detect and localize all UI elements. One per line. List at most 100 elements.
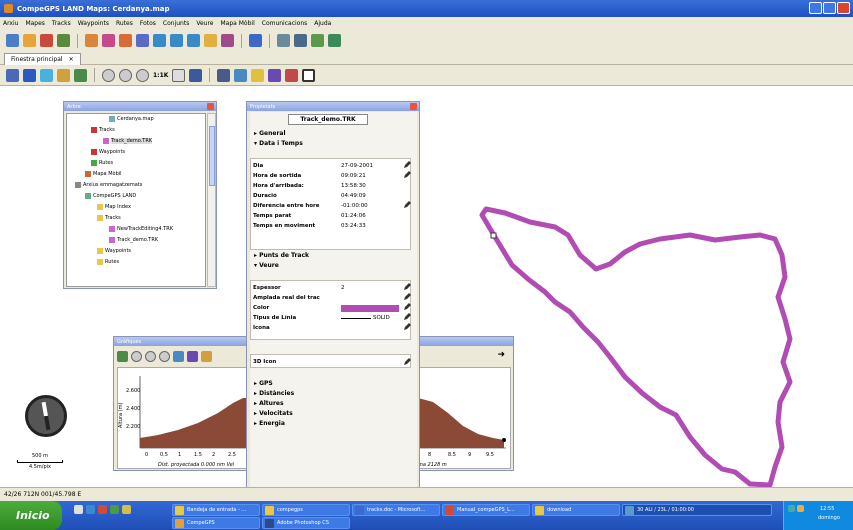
close-button[interactable] — [837, 2, 850, 14]
tree-item-waypoints-folder[interactable]: Waypoints — [97, 248, 131, 254]
globe-icon[interactable] — [40, 68, 53, 82]
split-track-icon[interactable] — [119, 34, 132, 47]
task-photoshop[interactable]: Adobe Photoshop CS — [262, 517, 350, 529]
pin-icon[interactable] — [57, 68, 70, 82]
tree-item-tracks-folder[interactable]: Tracks — [97, 215, 121, 221]
settings-icon[interactable] — [221, 34, 234, 47]
row-color[interactable]: Color — [253, 303, 403, 313]
section-punts-track[interactable]: ▸ Punts de Track — [254, 252, 309, 259]
compass-icon[interactable] — [25, 395, 67, 437]
task-tray-task[interactable]: 30 ALI / 23L / 01:00:00 — [622, 504, 772, 516]
layers-close-icon[interactable] — [207, 103, 214, 110]
menu-ajuda[interactable]: Ajuda — [314, 20, 331, 27]
quicklaunch-icon[interactable] — [98, 505, 107, 514]
section-energia[interactable]: ▸ Energia — [254, 420, 285, 427]
menu-rutes[interactable]: Rutes — [116, 20, 133, 27]
section-veure[interactable]: ▾ Veure — [254, 262, 279, 269]
menu-waypoints[interactable]: Waypoints — [78, 20, 109, 27]
edit-departure-pencil-icon[interactable] — [403, 171, 411, 179]
menu-tracks[interactable]: Tracks — [52, 20, 71, 27]
monitor-icon[interactable] — [217, 68, 231, 82]
graph-zoom-in-icon[interactable] — [131, 351, 142, 362]
color-swatch[interactable] — [341, 304, 399, 312]
route-icon[interactable] — [57, 34, 70, 47]
open-map-icon[interactable] — [6, 34, 19, 47]
draw-track-icon[interactable] — [102, 34, 115, 47]
fullscreen-icon[interactable] — [302, 68, 316, 82]
edit-linetype-pencil-icon[interactable] — [403, 313, 411, 321]
task-compegps-app[interactable]: CompeGPS — [172, 517, 260, 529]
layers-icon[interactable] — [189, 68, 203, 82]
tree-item-waypoints[interactable]: Waypoints — [91, 149, 125, 155]
quicklaunch-icon[interactable] — [74, 505, 83, 514]
start-button[interactable]: Inicio — [0, 501, 62, 530]
section-general[interactable]: ▸ General — [254, 130, 286, 137]
grid-icon[interactable] — [294, 34, 307, 47]
minimize-button[interactable] — [809, 2, 822, 14]
tray-clock[interactable]: 12:55 — [820, 506, 834, 512]
waypoint-icon[interactable] — [40, 34, 53, 47]
photo-icon[interactable] — [204, 34, 217, 47]
menu-comunicacions[interactable]: Comunicacions — [262, 20, 308, 27]
tab-close-icon[interactable]: ✕ — [69, 56, 74, 63]
graph-chart-icon[interactable] — [173, 351, 184, 362]
quicklaunch-icon[interactable] — [86, 505, 95, 514]
tray-icon[interactable] — [788, 505, 795, 512]
edit-track-icon[interactable] — [85, 34, 98, 47]
open-track-icon[interactable] — [23, 34, 36, 47]
menu-fotos[interactable]: Fotos — [140, 20, 156, 27]
zoom-out-icon[interactable] — [119, 68, 132, 82]
zoom-in-icon[interactable] — [102, 68, 115, 82]
gps-icon[interactable] — [328, 34, 341, 47]
edit-3d-pencil-icon[interactable] — [403, 358, 411, 366]
line-type-value[interactable]: SOLID — [341, 315, 399, 321]
layers-scrollbar[interactable] — [207, 113, 216, 287]
profile-icon[interactable] — [268, 68, 282, 82]
measure-icon[interactable] — [234, 68, 248, 82]
tree-item-compegps-land[interactable]: CompeGPS LAND — [85, 193, 136, 199]
join-track-icon[interactable] — [136, 34, 149, 47]
zoom-fit-icon[interactable] — [136, 68, 149, 82]
menu-conjunts[interactable]: Conjunts — [163, 20, 189, 27]
row-3d-icon[interactable]: 3D Icon — [253, 357, 403, 367]
graph-zoom-fit-icon[interactable] — [159, 351, 170, 362]
tree-item-track-demo[interactable]: Track_demo.TRK — [103, 138, 153, 144]
row-icona[interactable]: Icona — [253, 323, 403, 333]
menu-arxiu[interactable]: Arxiu — [3, 20, 18, 27]
section-distancies[interactable]: ▸ Distàncies — [254, 390, 294, 397]
menu-veure[interactable]: Veure — [196, 20, 213, 27]
row-amplada-real[interactable]: Amplada real del trac — [253, 293, 403, 303]
menu-mapes[interactable]: Mapes — [25, 20, 44, 27]
edit-amplada-pencil-icon[interactable] — [403, 293, 411, 301]
tree-item-track-demo-file[interactable]: Track_demo.TRK — [109, 237, 158, 243]
properties-close-icon[interactable] — [410, 103, 417, 110]
pointer-icon[interactable] — [6, 68, 19, 82]
home-icon[interactable] — [74, 68, 87, 82]
edit-espessor-pencil-icon[interactable] — [403, 283, 411, 291]
section-data-temps[interactable]: ▾ Data i Temps — [254, 140, 303, 147]
section-gps[interactable]: ▸ GPS — [254, 380, 273, 387]
edit-date-pencil-icon[interactable] — [403, 161, 411, 169]
task-tracks-doc[interactable]: tracks.doc - Microsoft... — [352, 504, 440, 516]
panel-icon[interactable] — [170, 34, 183, 47]
section-altures[interactable]: ▸ Altures — [254, 400, 284, 407]
task-bandeja[interactable]: Bandeja de entrada - ... — [172, 504, 260, 516]
arrow-icon[interactable] — [249, 34, 262, 47]
task-manual[interactable]: Manual_compeGPS_L... — [442, 504, 530, 516]
graph-home-icon[interactable] — [117, 351, 128, 362]
tree-item-newtrack[interactable]: NewTrackEditing4.TRK — [109, 226, 173, 232]
tree-item-map-index[interactable]: Map Index — [97, 204, 131, 210]
tree-item-arxius[interactable]: Arxius emmagatzemats — [75, 182, 142, 188]
window-icon[interactable] — [153, 34, 166, 47]
section-velocitats[interactable]: ▸ Velocitats — [254, 410, 293, 417]
graph-arrow-icon[interactable]: ➜ — [497, 350, 505, 360]
record-icon[interactable] — [285, 68, 299, 82]
task-compegps-folder[interactable]: compegps — [262, 504, 350, 516]
select-icon[interactable] — [23, 68, 36, 82]
quicklaunch-icon[interactable] — [110, 505, 119, 514]
frame-icon[interactable] — [172, 68, 186, 82]
row-espessor[interactable]: Espessor 2 — [253, 283, 403, 293]
tree-item-mapa-mobil[interactable]: Mapa Mòbil — [85, 171, 122, 177]
layout-icon[interactable] — [187, 34, 200, 47]
edit-timediff-pencil-icon[interactable] — [403, 201, 411, 209]
